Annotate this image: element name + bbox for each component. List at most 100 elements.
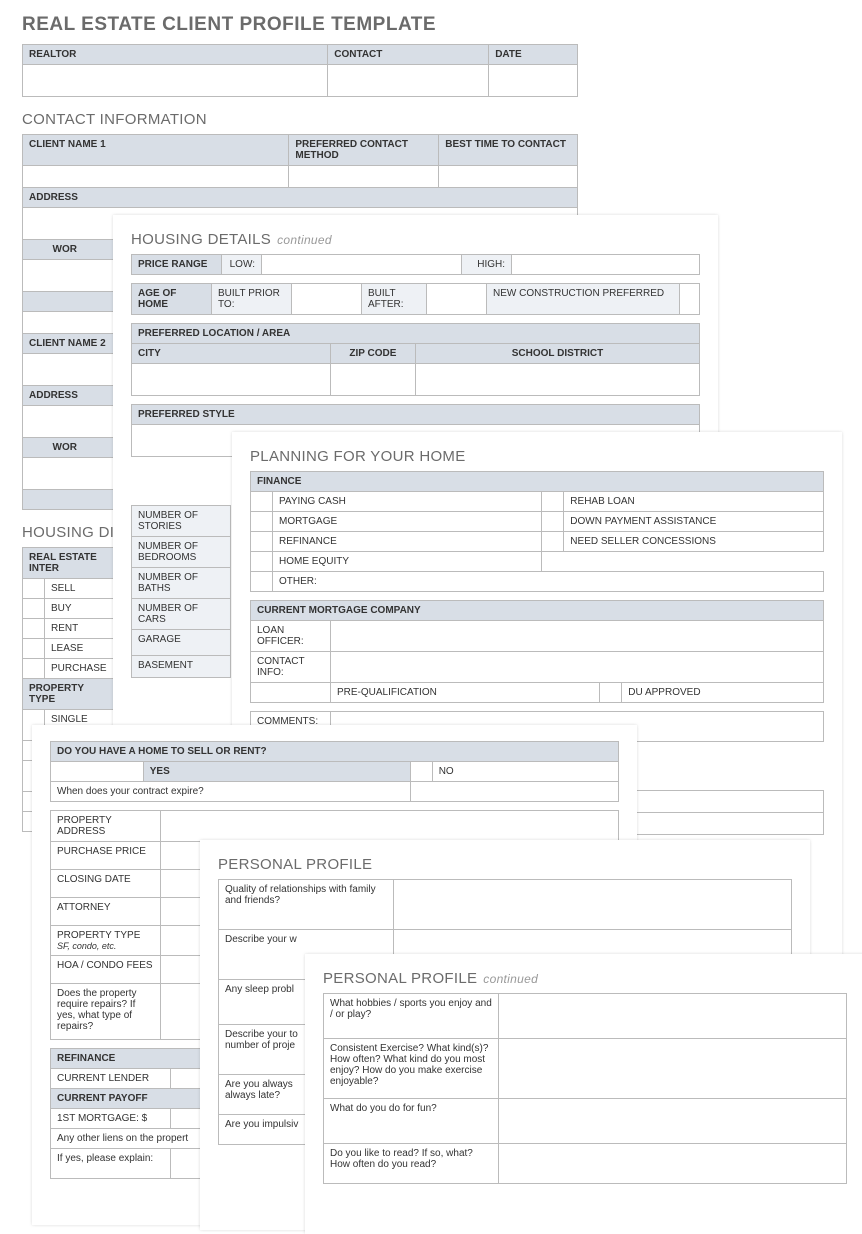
refi-check[interactable] [251,532,273,552]
pref-method-input[interactable] [289,166,439,188]
address-header: ADDRESS [23,188,578,208]
contact-input[interactable] [328,65,489,97]
rehab-check[interactable] [542,492,564,512]
cash-check[interactable] [251,492,273,512]
p6q4-label: Do you like to read? If so, what? How of… [324,1144,499,1184]
stories-label: NUMBER OF STORIES [132,506,231,537]
client1-input[interactable] [23,166,289,188]
sell-label: SELL [45,579,114,599]
high-input[interactable] [512,255,700,275]
cash-label: PAYING CASH [273,492,542,512]
after-input[interactable] [427,284,487,315]
newc-label: NEW CONSTRUCTION PREFERRED [487,284,680,315]
mortgage-label: MORTGAGE [273,512,542,532]
conc-check[interactable] [542,532,564,552]
baths-label: NUMBER OF BATHS [132,568,231,599]
after-label: BUILT AFTER: [362,284,427,315]
rehab-label: REHAB LOAN [564,492,824,512]
q5b-text: always late? [225,1090,280,1101]
preq-check[interactable] [251,683,331,703]
date-input[interactable] [489,65,578,97]
pref-method-header: PREFERRED CONTACT METHOD [289,135,439,166]
realtor-input[interactable] [23,65,328,97]
newc-input[interactable] [680,284,700,315]
housing-details-heading: HOUSING DETAILScontinued [131,231,700,248]
ptype-sub: SF, condo, etc. [57,941,154,951]
other-text: OTHER: [279,576,317,587]
lender-label: CURRENT LENDER [51,1069,171,1089]
equity-check[interactable] [251,552,273,572]
buy-label: BUY [45,599,114,619]
profile2-table: What hobbies / sports you enjoy and / or… [323,993,847,1184]
cinfo-label: CONTACT INFO: [251,652,331,683]
du-check[interactable] [600,683,622,703]
sell-check[interactable] [23,579,45,599]
finance-header: FINANCE [251,472,824,492]
ptype-label: PROPERTY TYPESF, condo, etc. [51,926,161,956]
p6q1-input[interactable] [499,994,847,1039]
yes-label: YES [143,762,410,782]
rent-check[interactable] [23,619,45,639]
contact-info-heading: CONTACT INFORMATION [22,111,578,128]
nums-table: NUMBER OF STORIES NUMBER OF BEDROOMS NUM… [131,505,231,678]
age-table: AGE OF HOMEBUILT PRIOR TO:BUILT AFTER:NE… [131,283,700,315]
other-label[interactable]: OTHER: [273,572,824,592]
price-table: PRICE RANGELOW:HIGH: [131,254,700,275]
best-time-header: BEST TIME TO CONTACT [439,135,578,166]
cinfo-input[interactable] [331,652,824,683]
refi-label: REFINANCE [273,532,542,552]
dpa-label: DOWN PAYMENT ASSISTANCE [564,512,824,532]
profile-heading: PERSONAL PROFILE [218,856,792,873]
blank-cell [542,552,824,572]
school-input[interactable] [415,364,699,396]
lease-check[interactable] [23,639,45,659]
p6q3-label: What do you do for fun? [324,1099,499,1144]
yes-check[interactable] [51,762,144,782]
basement-label: BASEMENT [132,656,231,678]
buy-check[interactable] [23,599,45,619]
q1-input[interactable] [394,880,792,930]
p6q2-input[interactable] [499,1039,847,1099]
purchase-check[interactable] [23,659,45,679]
profile2-heading: PERSONAL PROFILEcontinued [323,970,847,987]
propaddr-input[interactable] [161,811,619,842]
mort-label: 1ST MORTGAGE: $ [51,1109,171,1129]
profile2-text: PERSONAL PROFILE [323,970,477,987]
loan-input[interactable] [331,621,824,652]
best-time-input[interactable] [439,166,578,188]
price-label: PURCHASE PRICE [51,842,161,870]
dpa-check[interactable] [542,512,564,532]
city-input[interactable] [132,364,331,396]
bedrooms-label: NUMBER OF BEDROOMS [132,537,231,568]
zip-input[interactable] [330,364,415,396]
prior-label: BUILT PRIOR TO: [212,284,292,315]
p6q4-input[interactable] [499,1144,847,1184]
explain-label: If yes, please explain: [51,1149,171,1179]
rei-header: REAL ESTATE INTER [23,548,114,579]
low-input[interactable] [262,255,462,275]
prior-input[interactable] [292,284,362,315]
main-title: REAL ESTATE CLIENT PROFILE TEMPLATE [22,14,578,36]
page-6: PERSONAL PROFILEcontinued What hobbies /… [305,954,862,1234]
realtor-header: REALTOR [23,45,328,65]
q5-text: Are you always [225,1079,293,1090]
header-table: REALTORCONTACTDATE [22,44,578,97]
repairs-label: Does the property require repairs? If ye… [51,984,161,1040]
client1-header: CLIENT NAME 1 [23,135,289,166]
lease-label: LEASE [45,639,114,659]
mortgage-company-table: CURRENT MORTGAGE COMPANY LOAN OFFICER: C… [250,600,824,703]
q4b-text: number of proje [225,1040,295,1051]
loan-label: LOAN OFFICER: [251,621,331,652]
mortgage-check[interactable] [251,512,273,532]
other-check[interactable] [251,572,273,592]
conc-label: NEED SELLER CONCESSIONS [564,532,824,552]
p6q3-input[interactable] [499,1099,847,1144]
hoa-label: HOA / CONDO FEES [51,956,161,984]
p6q2-label: Consistent Exercise? What kind(s)? How o… [324,1039,499,1099]
du-label: DU APPROVED [622,683,824,703]
equity-label: HOME EQUITY [273,552,542,572]
ptype-text: PROPERTY TYPE [57,930,140,941]
no-check[interactable] [410,762,432,782]
expire-input[interactable] [410,782,618,802]
price-label: PRICE RANGE [132,255,222,275]
